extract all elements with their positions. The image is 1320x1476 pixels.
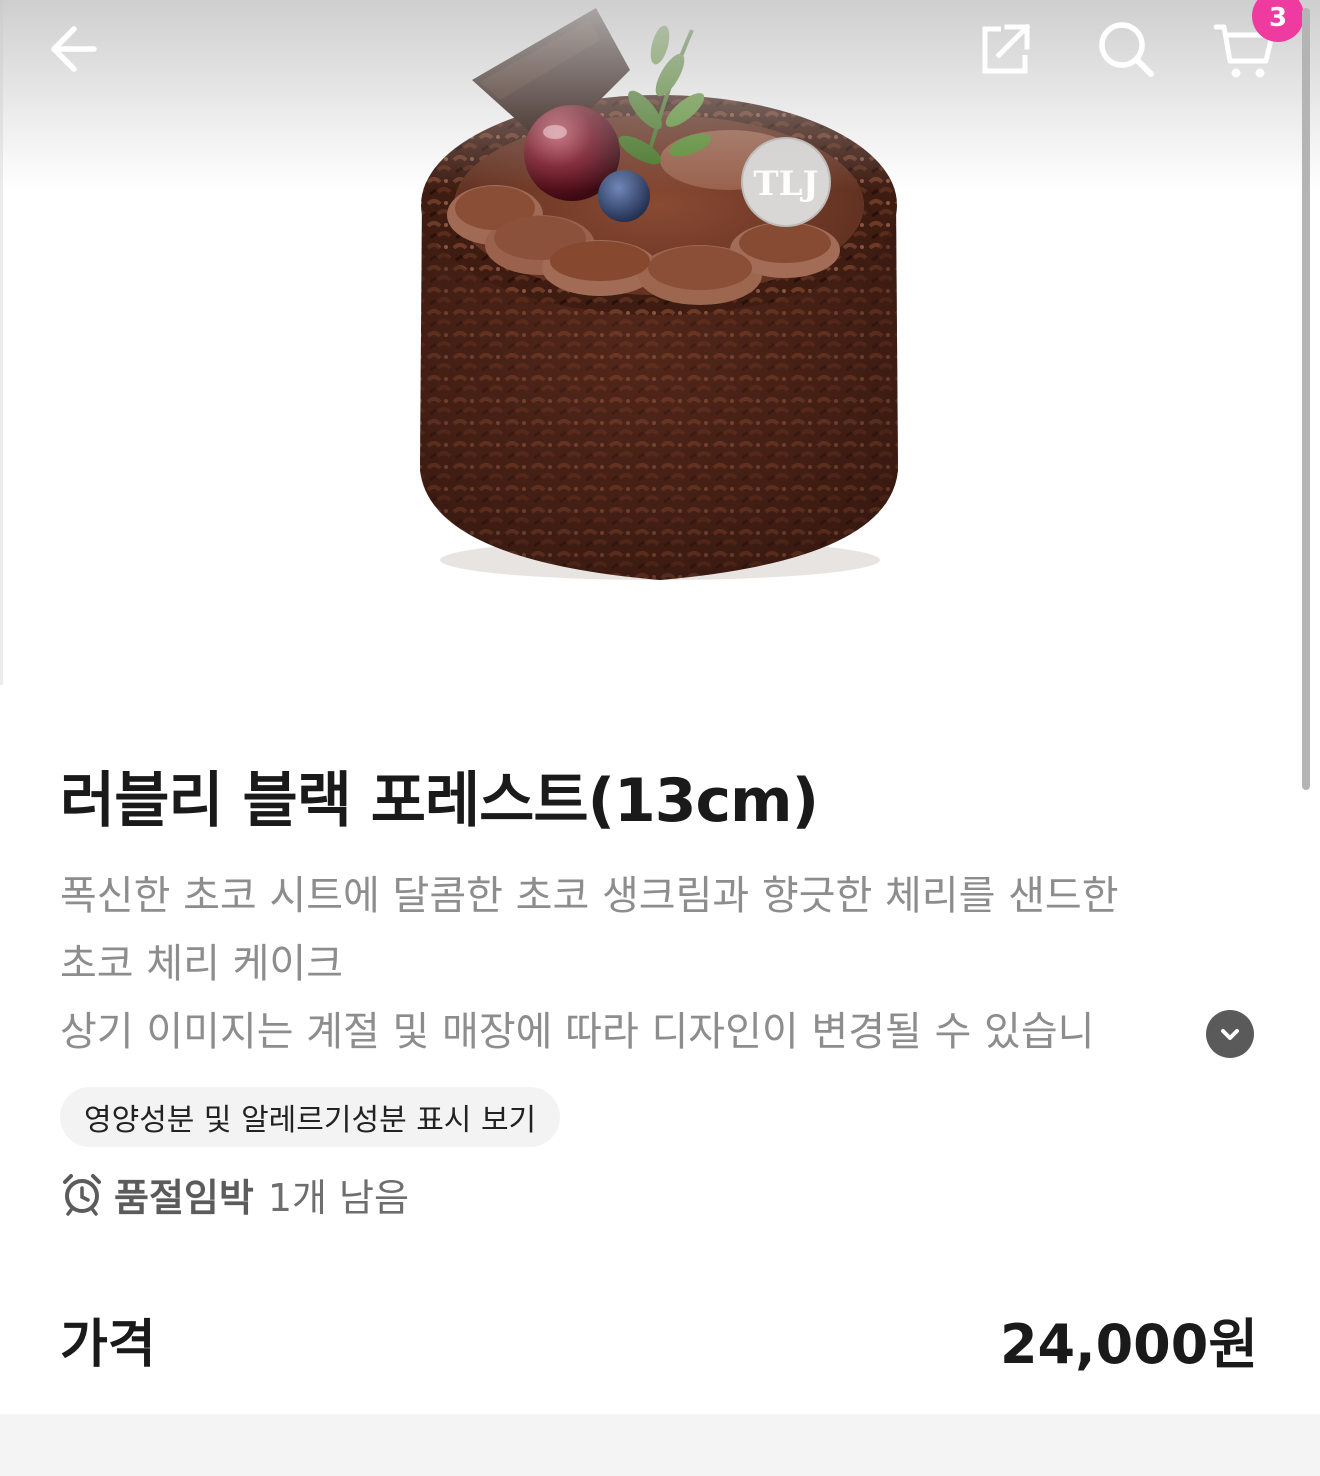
expand-description-button[interactable] (1206, 1010, 1254, 1058)
product-image: TLJ (0, 0, 1320, 685)
share-button[interactable] (973, 17, 1037, 81)
scrollbar[interactable] (1302, 8, 1310, 790)
nutrition-allergy-button[interactable]: 영양성분 및 알레르기성분 표시 보기 (60, 1087, 561, 1147)
stock-warning: 품절임박 (114, 1175, 254, 1220)
description-line: 초코 체리 케이크 (60, 941, 344, 987)
top-bar: 3 (0, 0, 1320, 100)
price-value: 24,000원 (999, 1313, 1258, 1376)
search-button[interactable] (1094, 17, 1158, 81)
stock-status: 품절임박 1개 남음 (60, 1168, 409, 1220)
alarm-clock-icon (63, 1174, 101, 1216)
arrow-left-icon (51, 26, 97, 72)
share-external-icon (982, 23, 1031, 74)
search-icon (1099, 22, 1154, 77)
price-label: 가격 (60, 1315, 156, 1375)
product-title: 러블리 블랙 포레스트(13cm) (60, 766, 819, 836)
description-line: 상기 이미지는 계절 및 매장에 따라 디자인이 변경될 수 있습니 (60, 1009, 1095, 1055)
description-line: 폭신한 초코 시트에 달콤한 초코 생크림과 향긋한 체리를 샌드한 (60, 873, 1119, 919)
back-button[interactable] (42, 17, 106, 81)
stock-count: 1개 남음 (267, 1175, 409, 1220)
product-detail-page: TLJ 3 (0, 0, 1320, 1476)
product-description: 폭신한 초코 시트에 달콤한 초코 생크림과 향긋한 체리를 샌드한 초코 체리… (60, 862, 1270, 1066)
chevron-down-icon (1221, 1029, 1239, 1040)
section-divider (0, 1414, 1320, 1476)
